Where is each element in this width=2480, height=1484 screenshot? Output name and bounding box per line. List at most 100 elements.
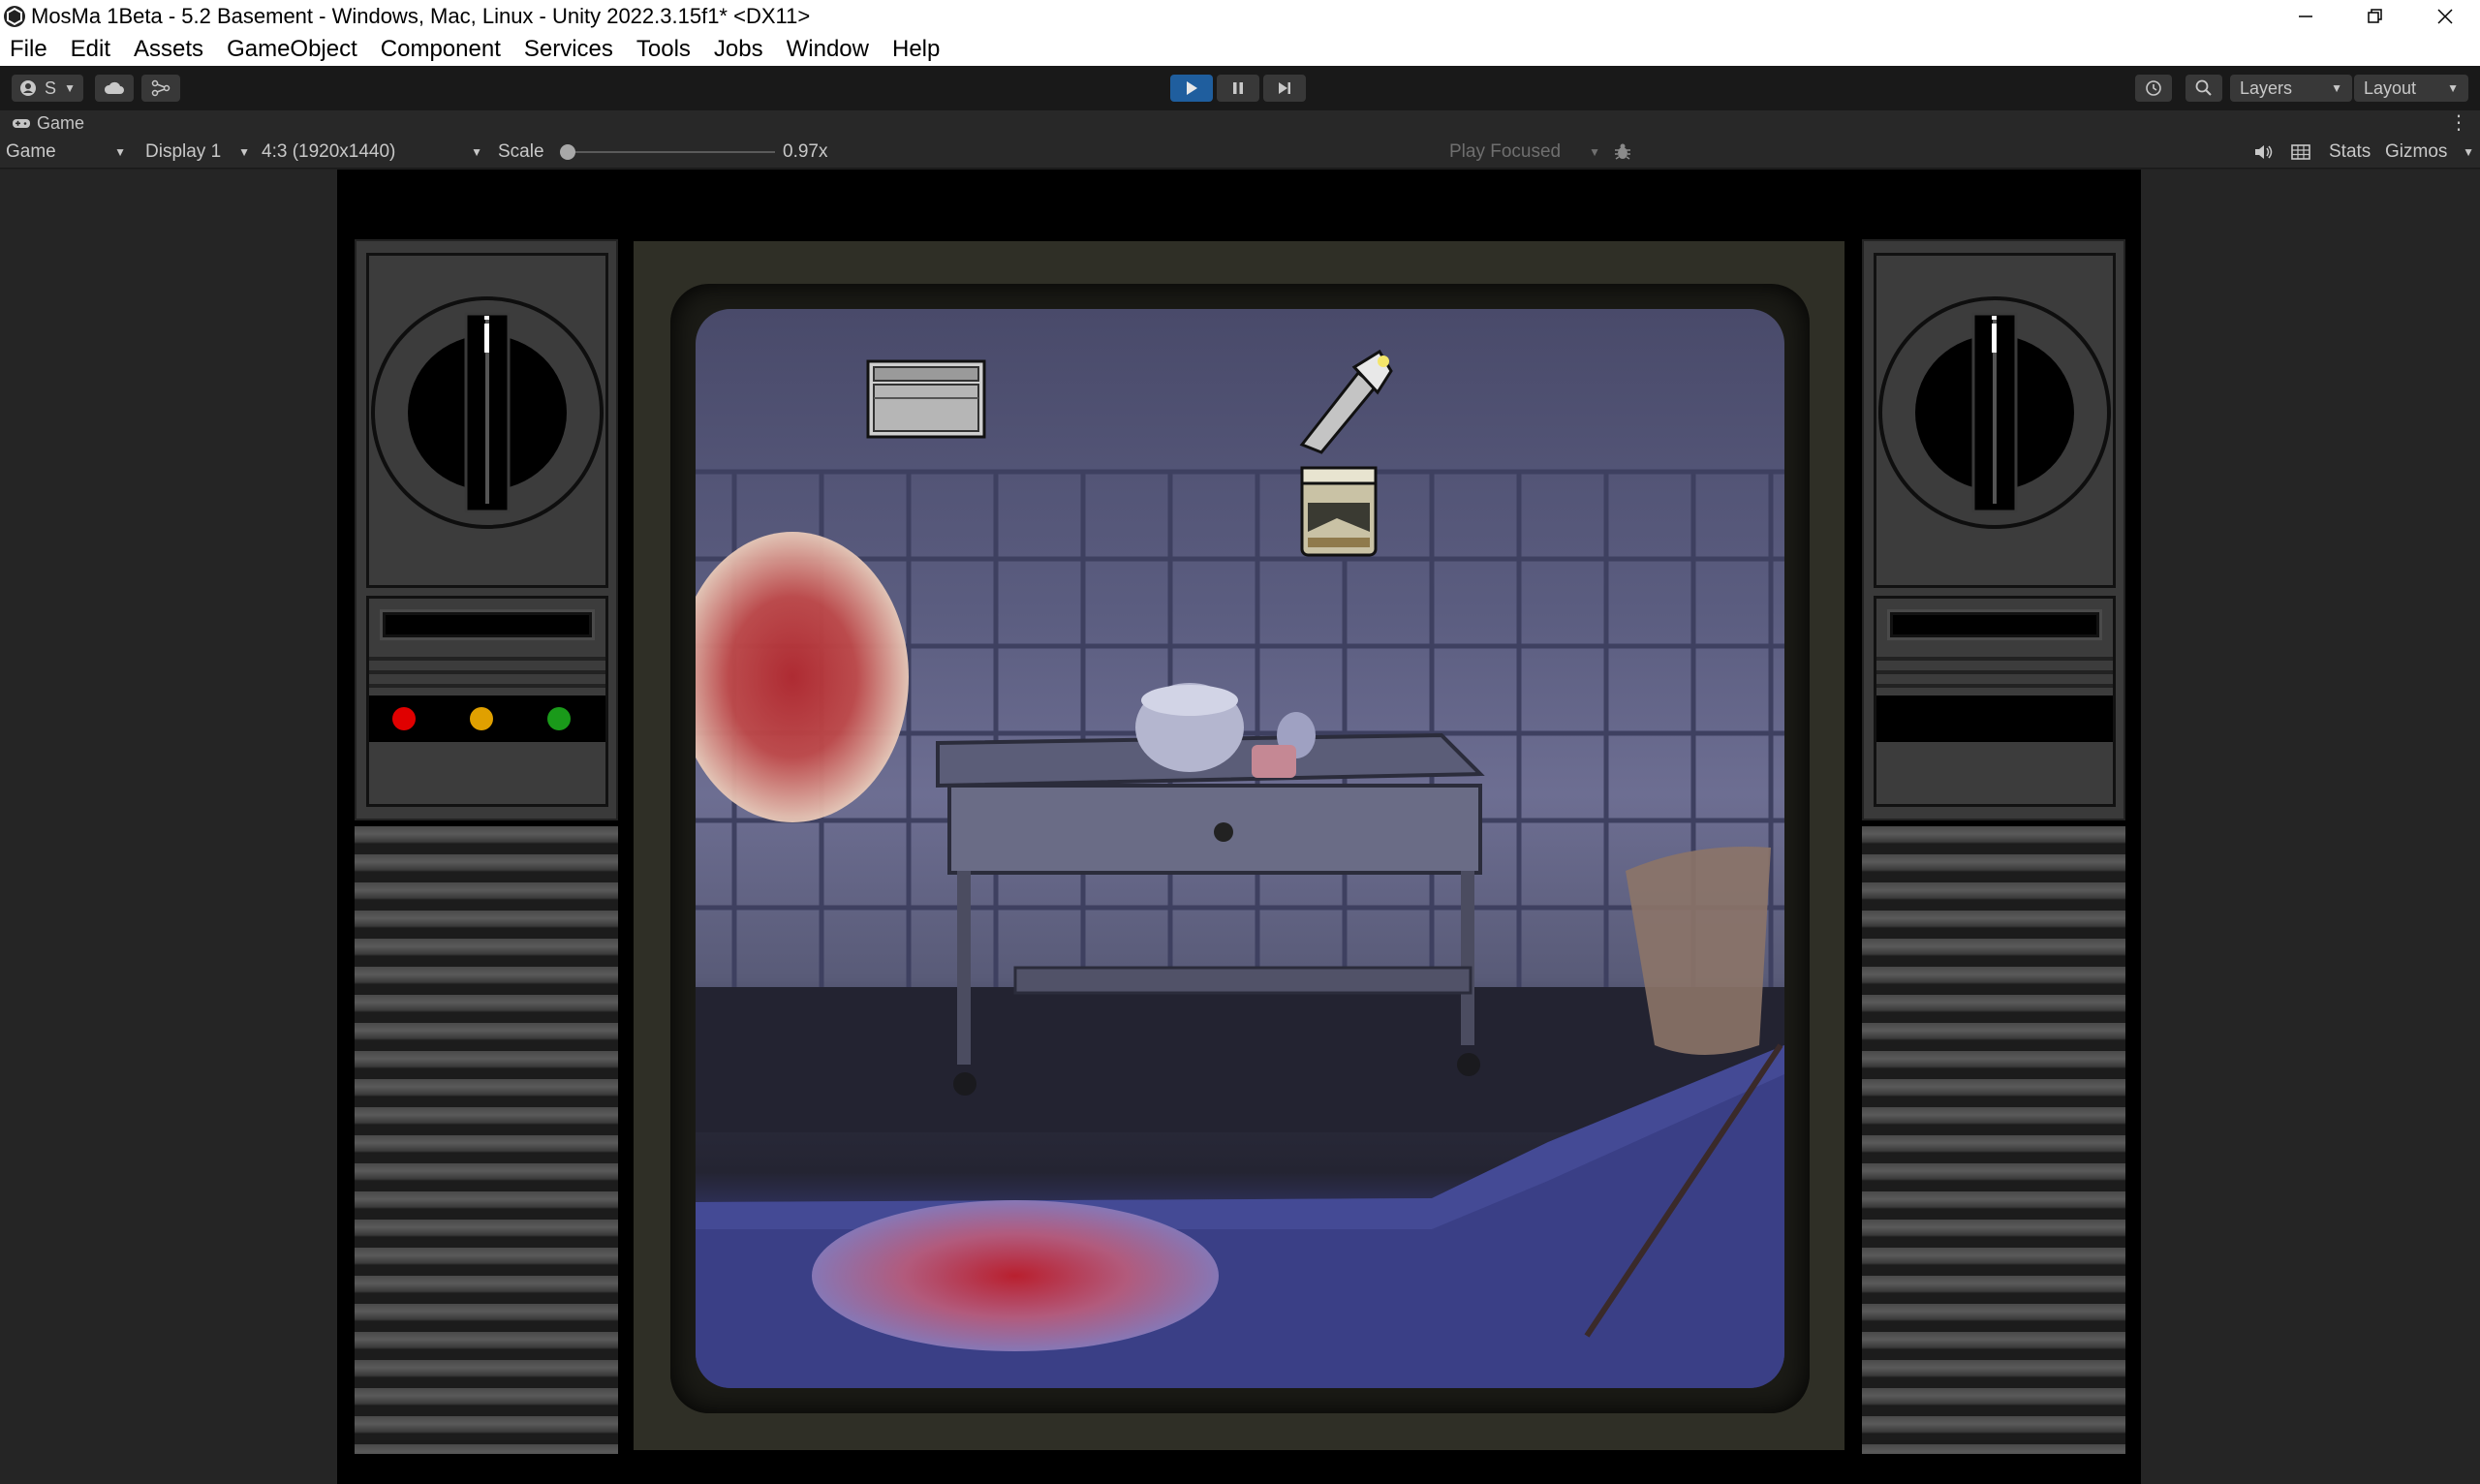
display-dropdown[interactable]: Display 1 ▼ (145, 136, 250, 169)
tab-strip: Game ⋮ (0, 110, 2480, 136)
scale-label: Scale (498, 141, 544, 162)
left-card-slot (383, 612, 592, 637)
chevron-down-icon: ▼ (2331, 81, 2342, 95)
speaker-icon (2255, 145, 2273, 159)
cloud-button[interactable] (95, 75, 134, 102)
left-dial-box (366, 253, 608, 588)
menu-tools[interactable]: Tools (625, 36, 702, 63)
layers-dropdown[interactable]: Layers ▼ (2230, 75, 2352, 102)
chevron-down-icon: ▼ (471, 145, 482, 159)
account-icon (20, 80, 37, 96)
menu-services[interactable]: Services (512, 36, 625, 63)
close-icon[interactable] (2410, 0, 2480, 33)
scale-slider[interactable] (556, 136, 775, 169)
left-machine-panel (355, 239, 618, 1454)
layout-dropdown[interactable]: Layout ▼ (2354, 75, 2468, 102)
chevron-down-icon: ▼ (1589, 145, 1600, 159)
gizmos-dropdown[interactable]: Gizmos ▼ (2385, 136, 2474, 169)
gamepad-icon (13, 119, 30, 128)
green-light (547, 707, 571, 730)
scale-slider-track (562, 151, 775, 153)
view-mode-label: Game (6, 141, 56, 162)
account-dropdown[interactable]: S ▼ (12, 75, 83, 102)
more-options-icon[interactable]: ⋮ (2449, 110, 2468, 135)
menu-edit[interactable]: Edit (59, 36, 122, 63)
game-scene[interactable] (696, 309, 1784, 1388)
menu-component[interactable]: Component (369, 36, 512, 63)
blood-stain-bed (812, 1200, 1219, 1351)
window-title: MosMa 1Beta - 5.2 Basement - Windows, Ma… (31, 4, 811, 28)
chevron-down-icon: ▼ (64, 81, 76, 95)
right-panel-body (1862, 239, 2125, 820)
menu-assets[interactable]: Assets (122, 36, 215, 63)
scale-value: 0.97x (783, 141, 828, 162)
chevron-down-icon: ▼ (2447, 81, 2459, 95)
tab-game[interactable]: Game (0, 110, 84, 136)
branch-icon (151, 79, 170, 97)
account-label: S (45, 77, 57, 98)
restore-icon[interactable] (2340, 0, 2410, 33)
basement-scene (696, 469, 1784, 1388)
right-card-slot (1890, 612, 2099, 637)
crt-bezel (670, 284, 1810, 1413)
cloud-icon (104, 81, 124, 94)
play-mode-dropdown[interactable]: Play Focused ▼ (1449, 136, 1600, 169)
minimize-icon[interactable] (2271, 0, 2340, 33)
status-light-strip (369, 696, 605, 742)
menu-file[interactable]: File (0, 36, 59, 63)
history-icon (2146, 80, 2161, 96)
display-label: Display 1 (145, 141, 222, 162)
right-slot-box (1874, 596, 2116, 807)
play-button[interactable] (1170, 75, 1213, 102)
pause-icon (1233, 82, 1243, 94)
red-light (392, 707, 416, 730)
menu-gameobject[interactable]: GameObject (215, 36, 369, 63)
tab-game-label: Game (37, 112, 85, 133)
resolution-label: 4:3 (1920x1440) (262, 141, 396, 162)
menu-bar: File Edit Assets GameObject Component Se… (0, 33, 2480, 66)
search-button[interactable] (2186, 75, 2222, 102)
bug-button[interactable] (1612, 136, 1633, 169)
game-render (337, 170, 2141, 1484)
stats-button[interactable]: Stats (2329, 136, 2371, 169)
game-view-toolbar: Game ▼ Display 1 ▼ 4:3 (1920x1440) ▼ Sca… (0, 136, 2480, 169)
gizmos-label: Gizmos (2385, 141, 2448, 162)
step-icon (1279, 82, 1290, 94)
right-machine-panel (1862, 239, 2125, 1454)
window-title-bar: MosMa 1Beta - 5.2 Basement - Windows, Ma… (0, 0, 2480, 33)
menu-jobs[interactable]: Jobs (702, 36, 775, 63)
left-dial[interactable] (369, 256, 605, 585)
right-dial[interactable] (1876, 256, 2113, 585)
left-slot-box (366, 596, 608, 807)
crt-frame (634, 241, 1844, 1450)
pause-button[interactable] (1217, 75, 1259, 102)
play-icon (1187, 81, 1197, 95)
box-icon[interactable] (866, 359, 986, 444)
right-blank-strip (1876, 696, 2113, 742)
version-control-button[interactable] (141, 75, 180, 102)
main-toolbar: S ▼ Layers ▼ Layout ▼ (0, 66, 2480, 110)
scale-slider-thumb[interactable] (560, 144, 575, 160)
menu-help[interactable]: Help (881, 36, 951, 63)
game-viewport[interactable] (0, 170, 2480, 1484)
layout-label: Layout (2364, 77, 2417, 98)
yellow-light (470, 707, 493, 730)
undo-history-button[interactable] (2135, 75, 2172, 102)
audio-button[interactable] (2253, 136, 2275, 169)
view-mode-dropdown[interactable]: Game ▼ (6, 136, 126, 169)
play-mode-label: Play Focused (1449, 141, 1562, 162)
jar-icon[interactable] (1298, 464, 1380, 564)
step-button[interactable] (1263, 75, 1306, 102)
resolution-dropdown[interactable]: 4:3 (1920x1440) ▼ (262, 136, 482, 169)
menu-window[interactable]: Window (775, 36, 881, 63)
search-icon (2195, 79, 2212, 96)
chevron-down-icon: ▼ (238, 145, 250, 159)
flashlight-icon[interactable] (1283, 344, 1399, 461)
unity-app-icon (4, 6, 25, 27)
right-dial-box (1874, 253, 2116, 588)
chevron-down-icon: ▼ (2463, 145, 2474, 159)
aspect-grid-button[interactable] (2290, 136, 2311, 169)
right-speaker-grill (1862, 826, 2125, 1454)
layers-label: Layers (2240, 77, 2293, 98)
grid-icon (2291, 144, 2310, 160)
